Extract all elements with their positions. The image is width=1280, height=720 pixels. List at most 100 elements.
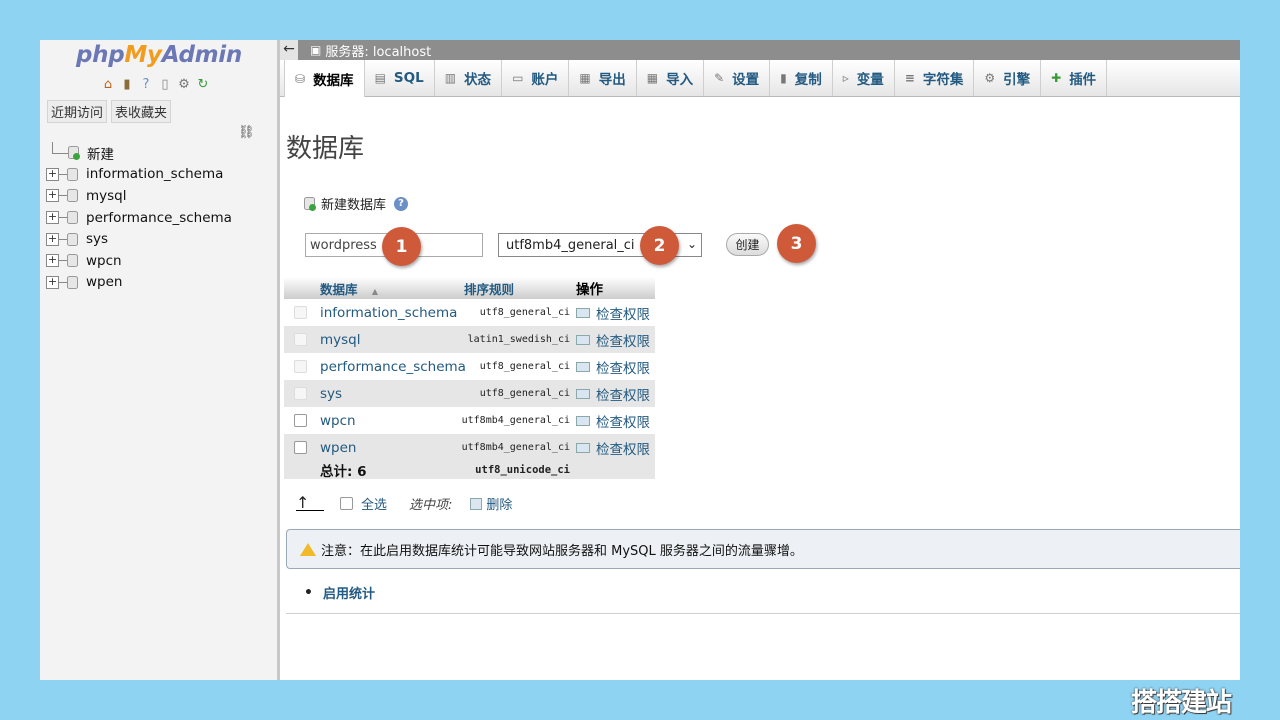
main-tab-bar: ⛁ 数据库 ▤ SQL ▥ 状态 ▭ 账户 ▦ 导出 ▦ 导入 ✎ 设置 ▮ 复制 ▹ 变量 ≡ 字… (280, 60, 1240, 97)
recent-tab[interactable]: 近期访问 (47, 100, 108, 123)
expand-icon[interactable]: + (46, 232, 59, 246)
table-header: 数据库 ▲ 排序规则 操作 (284, 277, 655, 299)
expand-icon[interactable]: + (46, 254, 59, 268)
tab-status[interactable]: ▥ 状态 (435, 60, 503, 96)
replication-icon: ▮ (780, 71, 787, 85)
accounts-icon: ▭ (512, 71, 524, 85)
with-selected-label: 选中项: (409, 498, 453, 513)
expand-icon[interactable]: + (46, 275, 59, 289)
home-icon[interactable]: ⌂ (100, 76, 116, 92)
server-label[interactable]: 服务器: localhost (325, 41, 431, 60)
tab-settings[interactable]: ✎ 设置 (704, 60, 771, 96)
database-tree: 新建 + information_schema + mysql + perfor… (46, 141, 232, 294)
tree-item-new[interactable]: 新建 (46, 141, 232, 164)
sort-ascending-icon: ▲ (371, 286, 379, 296)
row-checkbox[interactable] (293, 441, 307, 454)
database-link[interactable]: sys (316, 386, 460, 402)
tree-item-label: wpen (86, 274, 123, 291)
select-all-checkbox[interactable] (340, 497, 353, 510)
gear-icon[interactable]: ⚙ (176, 76, 192, 92)
expand-icon[interactable]: + (46, 189, 59, 203)
tree-item-information-schema[interactable]: + information_schema (46, 164, 232, 186)
reload-icon[interactable]: ↻ (195, 76, 211, 92)
tab-sql[interactable]: ▤ SQL (365, 60, 435, 96)
notice-box: 注意：在此启用数据库统计可能导致网站服务器和 MySQL 服务器之间的流量骤增。 (286, 529, 1240, 569)
tree-item-wpen[interactable]: + wpen (46, 272, 232, 294)
export-icon: ▦ (579, 71, 591, 85)
privileges-icon (576, 388, 590, 399)
drop-button[interactable]: 删除 (486, 494, 512, 513)
collation-cell: latin1_swedish_ci (467, 334, 570, 345)
tab-variables[interactable]: ▹ 变量 (833, 60, 895, 96)
tab-charsets[interactable]: ≡ 字符集 (895, 60, 975, 96)
tab-accounts[interactable]: ▭ 账户 (502, 60, 570, 96)
bulk-actions: ↑ 全选 选中项: 删除 (296, 494, 512, 513)
table-row: wpen utf8mb4_general_ci 检查权限 (284, 434, 655, 461)
tree-item-sys[interactable]: + sys (46, 228, 232, 250)
server-icon: ▣ (310, 43, 322, 57)
tab-plugins[interactable]: ✚ 插件 (1041, 60, 1108, 96)
check-privileges-link[interactable]: 检查权限 (576, 384, 655, 404)
tab-export[interactable]: ▦ 导出 (569, 60, 637, 96)
phpmyadmin-window: phpMyAdmin ⌂ ▮ ? ▯ ⚙ ↻ 近期访问 表收藏夹 ⛓ 新建 + … (40, 40, 1240, 680)
docs-icon[interactable]: ▯ (157, 76, 173, 92)
database-icon (67, 254, 78, 268)
collapse-arrow-icon[interactable]: ← (280, 40, 298, 60)
collation-cell: utf8mb4_general_ci (461, 415, 570, 426)
tree-item-label: information_schema (86, 166, 224, 183)
new-database-icon (304, 197, 316, 211)
expand-icon[interactable]: + (46, 211, 59, 225)
import-icon: ▦ (646, 71, 659, 85)
database-table: 数据库 ▲ 排序规则 操作 information_schema utf8_ge… (284, 277, 655, 480)
nav-resize-handle[interactable] (277, 40, 280, 680)
row-checkbox (293, 387, 307, 400)
wrench-icon: ✎ (714, 71, 725, 85)
notice-text: 注意：在此启用数据库统计可能导致网站服务器和 MySQL 服务器之间的流量骤增。 (321, 543, 803, 559)
tab-databases[interactable]: ⛁ 数据库 (284, 60, 365, 97)
tab-engines[interactable]: ⚙ 引擎 (974, 60, 1042, 96)
check-privileges-link[interactable]: 检查权限 (576, 303, 655, 323)
row-checkbox (293, 360, 307, 373)
link-icon[interactable]: ⛓ (238, 125, 255, 140)
variables-icon: ▹ (842, 71, 849, 85)
privileges-icon (576, 307, 590, 318)
column-header-collation[interactable]: 排序规则 (460, 279, 576, 298)
enable-statistics-link[interactable]: 启用统计 (304, 583, 375, 602)
engine-icon: ⚙ (984, 71, 996, 85)
create-button[interactable]: 创建 (726, 233, 769, 256)
warning-icon (300, 542, 316, 556)
database-icon: ⛁ (295, 71, 306, 86)
database-link[interactable]: wpen (316, 440, 460, 456)
tree-item-performance-schema[interactable]: + performance_schema (46, 207, 232, 229)
database-link[interactable]: information_schema (316, 305, 460, 321)
check-privileges-link[interactable]: 检查权限 (576, 330, 655, 350)
database-link[interactable]: wpcn (316, 413, 460, 429)
database-link[interactable]: performance_schema (316, 359, 466, 375)
check-privileges-link[interactable]: 检查权限 (576, 438, 655, 458)
tab-import[interactable]: ▦ 导入 (637, 60, 705, 96)
sql-icon: ▤ (374, 71, 386, 85)
tree-item-label: 新建 (87, 146, 114, 163)
select-all-label[interactable]: 全选 (361, 494, 387, 513)
tab-replication[interactable]: ▮ 复制 (770, 60, 833, 96)
logout-icon[interactable]: ▮ (119, 76, 135, 92)
table-row: sys utf8_general_ci 检查权限 (284, 380, 655, 407)
phpmyadmin-logo[interactable]: phpMyAdmin (76, 42, 242, 68)
row-checkbox[interactable] (293, 414, 307, 427)
favorites-tab[interactable]: 表收藏夹 (111, 100, 172, 123)
database-icon (67, 167, 78, 181)
database-link[interactable]: mysql (316, 332, 460, 348)
tree-item-wpcn[interactable]: + wpcn (46, 250, 232, 272)
tree-item-label: wpcn (86, 252, 122, 269)
charset-icon: ≡ (904, 71, 915, 85)
help-icon[interactable]: ? (394, 196, 409, 211)
expand-icon[interactable]: + (46, 167, 59, 181)
help-icon[interactable]: ? (138, 76, 154, 92)
plugin-icon: ✚ (1051, 71, 1062, 85)
tree-item-mysql[interactable]: + mysql (46, 185, 232, 207)
check-privileges-link[interactable]: 检查权限 (576, 411, 655, 431)
column-header-database[interactable]: 数据库 ▲ (316, 279, 460, 298)
chevron-down-icon: ⌄ (686, 237, 697, 251)
database-icon (67, 275, 78, 289)
check-privileges-link[interactable]: 检查权限 (576, 357, 655, 377)
